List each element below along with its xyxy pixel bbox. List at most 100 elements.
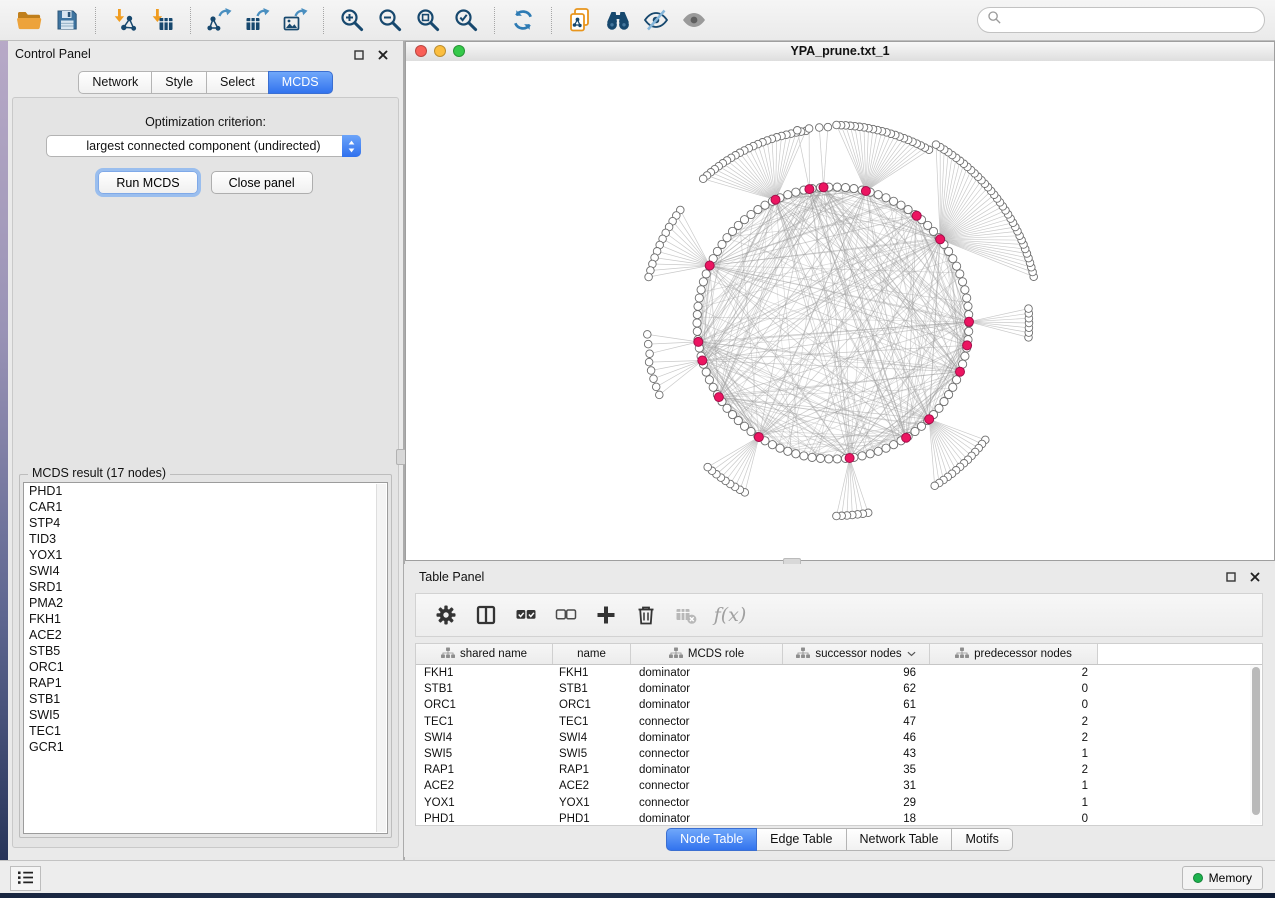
table-panel-title: Table Panel — [404, 564, 1275, 584]
export-network-icon[interactable] — [200, 4, 238, 37]
table-row[interactable]: TEC1TEC1connector472 — [416, 714, 1262, 730]
table-tab-node-table[interactable]: Node Table — [666, 828, 757, 851]
control-tab-select[interactable]: Select — [206, 71, 269, 94]
control-tab-network[interactable]: Network — [78, 71, 152, 94]
column-label: MCDS role — [688, 648, 744, 660]
mcds-result-item[interactable]: FKH1 — [24, 611, 387, 627]
mcds-result-item[interactable]: ACE2 — [24, 627, 387, 643]
minimize-window-icon[interactable] — [434, 45, 446, 57]
table-settings-icon[interactable] — [430, 601, 461, 629]
column-header-name[interactable]: name — [553, 644, 631, 664]
mcds-hub-node — [698, 356, 707, 365]
table-row[interactable]: PHD1PHD1dominator180 — [416, 811, 1262, 826]
select-all-icon[interactable] — [510, 601, 541, 629]
table-tab-motifs[interactable]: Motifs — [951, 828, 1012, 851]
table-cell: YOX1 — [416, 797, 553, 809]
hide-selected-icon[interactable] — [637, 4, 675, 37]
control-tab-style[interactable]: Style — [151, 71, 207, 94]
deselect-all-icon[interactable] — [550, 601, 581, 629]
close-window-icon[interactable] — [415, 45, 427, 57]
mcds-result-item[interactable]: ORC1 — [24, 659, 387, 675]
search-input[interactable] — [1002, 12, 1255, 28]
table-row[interactable]: ACE2ACE2connector311 — [416, 778, 1262, 794]
network-graph — [406, 61, 1274, 560]
mcds-hub-node — [771, 195, 780, 204]
mcds-result-item[interactable]: YOX1 — [24, 547, 387, 563]
mcds-result-item[interactable]: STB5 — [24, 643, 387, 659]
table-cell: dominator — [631, 732, 783, 744]
network-view-canvas[interactable] — [406, 61, 1274, 560]
close-panel-button[interactable]: Close panel — [211, 171, 313, 194]
zoom-out-icon[interactable] — [371, 4, 409, 37]
memory-button[interactable]: Memory — [1182, 866, 1263, 890]
column-header-shared-name[interactable]: shared name — [416, 644, 553, 664]
mcds-result-item[interactable]: SWI4 — [24, 563, 387, 579]
save-session-icon[interactable] — [48, 4, 86, 37]
network-window-titlebar[interactable]: YPA_prune.txt_1 — [406, 42, 1274, 62]
table-tab-network-table[interactable]: Network Table — [846, 828, 953, 851]
attribute-type-icon — [955, 647, 969, 662]
table-panel-float-icon[interactable] — [1225, 571, 1237, 583]
table-cell: 0 — [930, 683, 1098, 695]
zoom-fit-icon[interactable] — [409, 4, 447, 37]
table-cell: ACE2 — [553, 780, 631, 792]
search-box[interactable] — [977, 7, 1265, 33]
mcds-result-item[interactable]: STP4 — [24, 515, 387, 531]
table-cell: connector — [631, 797, 783, 809]
table-row[interactable]: STB1STB1dominator620 — [416, 681, 1262, 697]
control-panel-float-icon[interactable] — [353, 49, 365, 61]
delete-column-icon[interactable] — [630, 601, 661, 629]
column-header-successor-nodes[interactable]: successor nodes — [783, 644, 930, 664]
table-row[interactable]: RAP1RAP1dominator352 — [416, 762, 1262, 778]
list-menu-icon — [17, 870, 34, 888]
table-row[interactable]: YOX1YOX1connector291 — [416, 795, 1262, 811]
show-columns-icon[interactable] — [470, 601, 501, 629]
mcds-hub-node — [936, 235, 945, 244]
clone-network-icon[interactable] — [561, 4, 599, 37]
zoom-selected-icon[interactable] — [447, 4, 485, 37]
mcds-result-list[interactable]: PHD1CAR1STP4TID3YOX1SWI4SRD1PMA2FKH1ACE2… — [23, 482, 388, 834]
maximize-window-icon[interactable] — [453, 45, 465, 57]
mcds-result-item[interactable]: RAP1 — [24, 675, 387, 691]
mcds-result-item[interactable]: CAR1 — [24, 499, 387, 515]
table-tab-edge-table[interactable]: Edge Table — [756, 828, 846, 851]
export-image-icon[interactable] — [276, 4, 314, 37]
table-row[interactable]: ORC1ORC1dominator610 — [416, 697, 1262, 713]
panel-menu-button[interactable] — [10, 866, 41, 891]
import-network-icon[interactable] — [105, 4, 143, 37]
zoom-in-icon[interactable] — [333, 4, 371, 37]
refresh-icon[interactable] — [504, 4, 542, 37]
open-session-icon[interactable] — [10, 4, 48, 37]
mcds-result-item[interactable]: PMA2 — [24, 595, 387, 611]
table-panel-close-icon[interactable] — [1249, 571, 1261, 583]
mcds-hub-node — [965, 317, 974, 326]
column-header-predecessor-nodes[interactable]: predecessor nodes — [930, 644, 1098, 664]
mcds-list-scrollbar[interactable] — [376, 484, 386, 832]
mcds-result-item[interactable]: TID3 — [24, 531, 387, 547]
table-scrollbar-thumb[interactable] — [1252, 667, 1260, 815]
table-row[interactable]: SWI5SWI5connector431 — [416, 746, 1262, 762]
table-scrollbar[interactable] — [1250, 665, 1261, 824]
table-row[interactable]: SWI4SWI4dominator462 — [416, 730, 1262, 746]
table-cell: 1 — [930, 780, 1098, 792]
import-table-icon[interactable] — [143, 4, 181, 37]
control-tab-mcds[interactable]: MCDS — [268, 71, 333, 94]
mcds-result-item[interactable]: PHD1 — [24, 483, 387, 499]
mcds-result-item[interactable]: STB1 — [24, 691, 387, 707]
run-mcds-button[interactable]: Run MCDS — [98, 171, 197, 194]
table-cell: 47 — [783, 716, 930, 728]
mcds-result-item[interactable]: SRD1 — [24, 579, 387, 595]
criterion-dropdown[interactable]: largest connected component (undirected) — [46, 135, 361, 157]
table-row[interactable]: FKH1FKH1dominator962 — [416, 665, 1262, 681]
table-cell: 2 — [930, 732, 1098, 744]
create-column-icon[interactable] — [590, 601, 621, 629]
mcds-result-item[interactable]: TEC1 — [24, 723, 387, 739]
export-table-icon[interactable] — [238, 4, 276, 37]
control-panel-close-icon[interactable] — [377, 49, 389, 61]
mcds-result-item[interactable]: SWI5 — [24, 707, 387, 723]
search-network-icon[interactable] — [599, 4, 637, 37]
mcds-result-item[interactable]: GCR1 — [24, 739, 387, 755]
mcds-hub-node — [963, 341, 972, 350]
column-header-MCDS-role[interactable]: MCDS role — [631, 644, 783, 664]
memory-label: Memory — [1209, 871, 1252, 885]
